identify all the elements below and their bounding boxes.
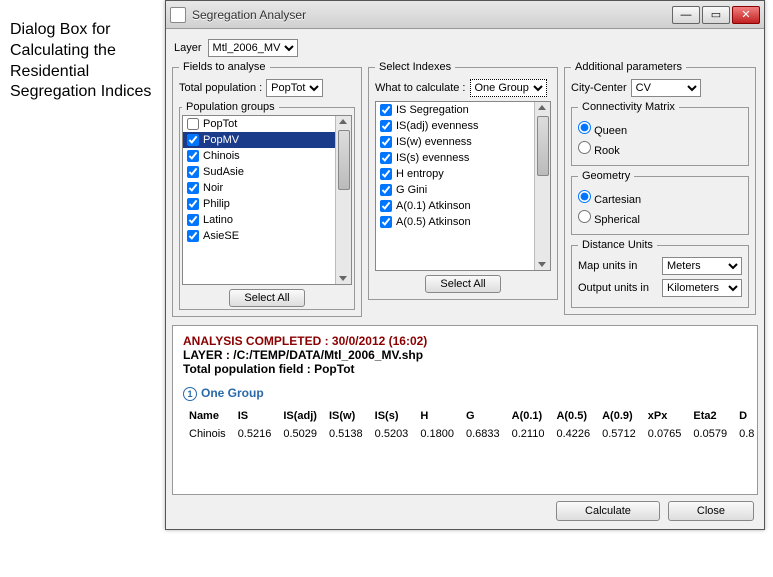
cartesian-radio[interactable]: Cartesian bbox=[578, 188, 742, 208]
list-item[interactable]: IS(w) evenness bbox=[376, 134, 534, 150]
conn-legend: Connectivity Matrix bbox=[578, 101, 679, 113]
list-item[interactable]: G Gini bbox=[376, 182, 534, 198]
indexes-selectall-button[interactable]: Select All bbox=[425, 275, 500, 293]
window-title: Segregation Analyser bbox=[192, 8, 672, 22]
indexes-legend: Select Indexes bbox=[375, 61, 455, 73]
results-table: NameISIS(adj)IS(w)IS(s)HGA(0.1)A(0.5)A(0… bbox=[183, 407, 758, 443]
list-item[interactable]: Philip bbox=[183, 196, 335, 212]
calc-label: What to calculate : bbox=[375, 82, 466, 94]
app-icon bbox=[170, 7, 186, 23]
citycenter-select[interactable]: CV bbox=[631, 79, 701, 97]
table-row: Chinois0.52160.50290.51380.52030.18000.6… bbox=[183, 425, 758, 443]
calc-select[interactable]: One Group bbox=[470, 79, 547, 97]
maximize-button[interactable]: ▭ bbox=[702, 6, 730, 24]
spherical-radio[interactable]: Spherical bbox=[578, 208, 742, 228]
mapunits-label: Map units in bbox=[578, 260, 658, 272]
popgroups-listbox[interactable]: PopTot PopMV Chinois SudAsie Noir Philip… bbox=[182, 115, 352, 285]
list-item[interactable]: Noir bbox=[183, 180, 335, 196]
layer-label: Layer bbox=[174, 42, 202, 54]
popgroups-fieldset: Population groups PopTot PopMV Chinois S… bbox=[179, 101, 355, 310]
calculate-button[interactable]: Calculate bbox=[556, 501, 660, 521]
output-layer: LAYER : /C:/TEMP/DATA/Mtl_2006_MV.shp bbox=[183, 348, 747, 362]
output-completed: ANALYSIS COMPLETED : 30/0/2012 (16:02) bbox=[183, 334, 747, 348]
popgroups-legend: Population groups bbox=[182, 101, 279, 113]
titlebar[interactable]: Segregation Analyser — ▭ ✕ bbox=[166, 1, 764, 29]
scrollbar[interactable] bbox=[335, 116, 351, 284]
queen-radio[interactable]: Queen bbox=[578, 119, 742, 139]
output-panel: ANALYSIS COMPLETED : 30/0/2012 (16:02) L… bbox=[172, 325, 758, 495]
params-legend: Additional parameters bbox=[571, 61, 686, 73]
close-button[interactable]: ✕ bbox=[732, 6, 760, 24]
dialog-window: Segregation Analyser — ▭ ✕ Layer Mtl_200… bbox=[165, 0, 765, 530]
citycenter-label: City-Center bbox=[571, 82, 627, 94]
layer-select[interactable]: Mtl_2006_MV bbox=[208, 39, 298, 57]
fields-fieldset: Fields to analyse Total population : Pop… bbox=[172, 61, 362, 317]
indexes-fieldset: Select Indexes What to calculate : One G… bbox=[368, 61, 558, 300]
conn-fieldset: Connectivity Matrix Queen Rook bbox=[571, 101, 749, 166]
indexes-listbox[interactable]: IS Segregation IS(adj) evenness IS(w) ev… bbox=[375, 101, 551, 271]
list-item[interactable]: AsieSE bbox=[183, 228, 335, 244]
geom-fieldset: Geometry Cartesian Spherical bbox=[571, 170, 749, 235]
rook-radio[interactable]: Rook bbox=[578, 139, 742, 159]
params-fieldset: Additional parameters City-Center CV Con… bbox=[564, 61, 756, 315]
list-item[interactable]: IS Segregation bbox=[376, 102, 534, 118]
list-item[interactable]: IS(adj) evenness bbox=[376, 118, 534, 134]
outunits-select[interactable]: Kilometers bbox=[662, 279, 742, 297]
list-item[interactable]: Latino bbox=[183, 212, 335, 228]
mapunits-select[interactable]: Meters bbox=[662, 257, 742, 275]
close-dialog-button[interactable]: Close bbox=[668, 501, 754, 521]
figure-caption: Dialog Box for Calculating the Residenti… bbox=[0, 0, 165, 530]
geom-legend: Geometry bbox=[578, 170, 634, 182]
minimize-button[interactable]: — bbox=[672, 6, 700, 24]
list-item[interactable]: A(0.1) Atkinson bbox=[376, 198, 534, 214]
list-item[interactable]: IS(s) evenness bbox=[376, 150, 534, 166]
dist-legend: Distance Units bbox=[578, 239, 657, 251]
output-section: 1One Group bbox=[183, 386, 747, 401]
list-item[interactable]: SudAsie bbox=[183, 164, 335, 180]
list-item[interactable]: Chinois bbox=[183, 148, 335, 164]
list-item[interactable]: A(0.5) Atkinson bbox=[376, 214, 534, 230]
list-item[interactable]: PopTot bbox=[183, 116, 335, 132]
output-tpf: Total population field : PopTot bbox=[183, 362, 747, 376]
dist-fieldset: Distance Units Map units in Meters Output… bbox=[571, 239, 749, 308]
outunits-label: Output units in bbox=[578, 282, 658, 294]
totalpop-select[interactable]: PopTot bbox=[266, 79, 323, 97]
scrollbar[interactable] bbox=[534, 102, 550, 270]
list-item[interactable]: PopMV bbox=[183, 132, 335, 148]
fields-legend: Fields to analyse bbox=[179, 61, 270, 73]
fields-selectall-button[interactable]: Select All bbox=[229, 289, 304, 307]
list-item[interactable]: H entropy bbox=[376, 166, 534, 182]
totalpop-label: Total population : bbox=[179, 82, 262, 94]
